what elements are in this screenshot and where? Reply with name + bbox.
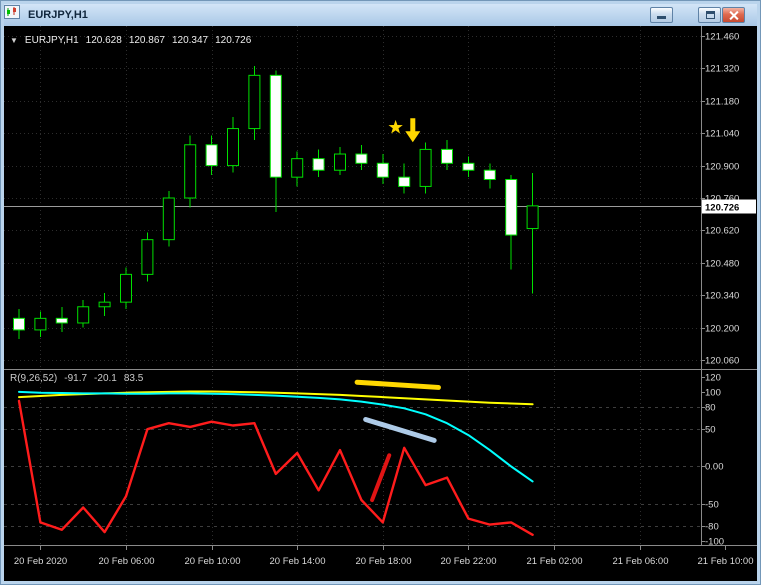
indicator-axis-label: -50 [705,500,719,511]
ohlc-open: 120.628 [85,35,122,46]
candlestick [526,205,539,230]
candlestick [98,301,111,308]
price-axis-label: 121.320 [705,64,739,75]
chart-area: 20 Feb 2020 20 Feb 06:00 20 Feb 10:00 20 Fe… [4,26,757,581]
ohlc-header: ▼ EURJPY,H1 120.628 120.867 120.347 120.… [10,35,251,46]
app-icon-image [4,5,20,19]
candlestick [441,148,453,164]
candlestick [419,148,432,187]
indicator-axis-label: -80 [705,522,719,533]
restore-button[interactable] [698,7,721,23]
time-axis-label: 20 Feb 10:00 [185,556,241,567]
price-axis-label: 120.200 [705,324,739,335]
candlestick [77,306,90,324]
candlestick [184,144,197,199]
candlestick [162,197,175,241]
indicator-value-slow: -20.1 [94,373,117,384]
chart-background [4,26,757,581]
candlestick [205,144,218,167]
price-axis-label: 121.040 [705,129,739,140]
ohlc-symbol: EURJPY,H1 [24,35,79,46]
ohlc-close: 120.726 [215,35,252,46]
indicator-value-fast: -91.7 [64,373,88,384]
indicator-axis-label: 50 [705,425,716,436]
indicator-value-signal: 83.5 [123,373,144,384]
application-window: EURJPY,H1 20 Feb 2020 20 Feb 06:00 20 Feb … [0,0,761,585]
indicator-header: R(9,26,52) -91.7 -20.1 83.5 [10,373,143,384]
time-axis-label: 20 Feb 22:00 [441,556,497,567]
candlestick [334,153,346,171]
current-price-tag-label: 120.726 [705,203,739,214]
indicator-name: R(9,26,52) [10,373,58,384]
time-axis-label: 20 Feb 14:00 [270,556,326,567]
candlestick [269,74,282,178]
time-axis-label: 21 Feb 02:00 [527,556,583,567]
indicator-axis-label: 100 [705,388,721,399]
candlestick [34,317,47,331]
minimize-icon [657,16,666,19]
candlestick [376,162,389,178]
app-icon [4,5,23,23]
price-axis-label: 120.620 [705,226,739,237]
indicator-axis-label: 80 [705,403,716,414]
candlestick [13,317,25,331]
time-axis-label: 21 Feb 06:00 [613,556,669,567]
candlestick [248,74,261,130]
candlestick [291,158,304,178]
candlestick [398,176,411,187]
indicator-axis-label: 120 [705,373,721,384]
candlestick [483,169,496,180]
candlestick [141,239,154,275]
price-axis-label: 121.460 [705,32,739,43]
price-axis-label: 120.060 [705,356,739,367]
candlestick [312,158,325,171]
price-axis-label: 120.900 [705,162,739,173]
close-button[interactable] [722,7,745,23]
candlestick [120,273,132,303]
window-title: EURJPY,H1 [28,9,88,21]
time-axis-label: 20 Feb 18:00 [356,556,412,567]
candlestick [227,128,239,167]
price-axis-label: 120.340 [705,291,739,302]
candlestick [462,162,475,171]
price-axis-label: 121.180 [705,97,739,108]
close-icon [723,8,744,22]
candlestick [355,153,368,164]
ohlc-high: 120.867 [128,35,165,46]
time-axis-label: 20 Feb 06:00 [99,556,155,567]
minimize-button[interactable] [650,7,673,23]
time-axis-label: 21 Feb 10:00 [698,556,754,567]
chart-canvas[interactable]: 20 Feb 2020 20 Feb 06:00 20 Feb 10:00 20 Fe… [4,26,757,581]
price-axis-label: 120.480 [705,259,739,270]
indicator-axis-label: 0.00 [705,462,724,473]
titlebar[interactable]: EURJPY,H1 [4,4,757,26]
symbol-marker-icon: ▼ [10,36,18,45]
candlestick [55,317,68,324]
ohlc-low: 120.347 [171,35,209,46]
time-axis-label: 20 Feb 2020 [14,556,67,567]
restore-icon [706,11,715,19]
candlestick [505,178,518,236]
